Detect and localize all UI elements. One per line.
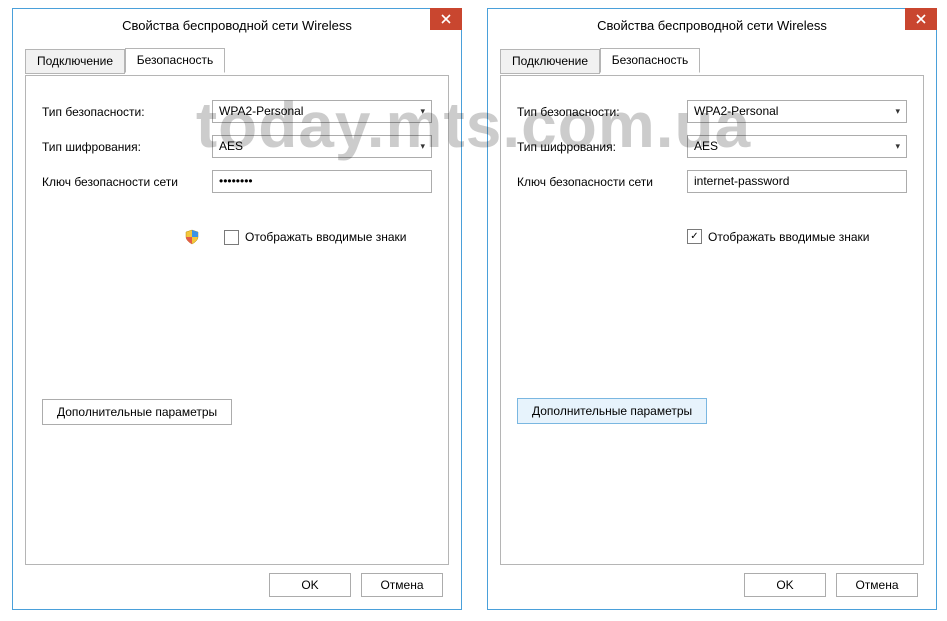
- tab-panel-security: Тип безопасности: WPA2-Personal ▾ Тип ши…: [500, 75, 924, 565]
- network-key-input[interactable]: ••••••••: [212, 170, 432, 193]
- network-key-label: Ключ безопасности сети: [517, 175, 687, 189]
- encryption-type-select[interactable]: AES ▾: [687, 135, 907, 158]
- security-type-value: WPA2-Personal: [694, 101, 895, 122]
- show-characters-label: Отображать вводимые знаки: [708, 230, 869, 244]
- tab-connection[interactable]: Подключение: [25, 49, 125, 74]
- encryption-type-value: AES: [219, 136, 420, 157]
- encryption-type-label: Тип шифрования:: [42, 140, 212, 154]
- close-icon: [916, 14, 926, 24]
- chevron-down-icon: ▾: [420, 136, 425, 157]
- security-type-select[interactable]: WPA2-Personal ▾: [212, 100, 432, 123]
- close-button[interactable]: [905, 8, 937, 30]
- uac-shield-icon: [184, 229, 200, 245]
- close-button[interactable]: [430, 8, 462, 30]
- cancel-button[interactable]: Отмена: [361, 573, 443, 597]
- security-type-select[interactable]: WPA2-Personal ▾: [687, 100, 907, 123]
- tab-connection[interactable]: Подключение: [500, 49, 600, 74]
- window-title: Свойства беспроводной сети Wireless: [488, 16, 936, 33]
- tab-security[interactable]: Безопасность: [125, 48, 225, 73]
- ok-button[interactable]: OK: [744, 573, 826, 597]
- show-characters-label: Отображать вводимые знаки: [245, 230, 406, 244]
- show-characters-checkbox[interactable]: [687, 229, 702, 244]
- security-type-label: Тип безопасности:: [517, 105, 687, 119]
- security-type-label: Тип безопасности:: [42, 105, 212, 119]
- wireless-properties-window: Свойства беспроводной сети Wireless Подк…: [12, 8, 462, 610]
- advanced-settings-button[interactable]: Дополнительные параметры: [42, 399, 232, 425]
- wireless-properties-window: Свойства беспроводной сети Wireless Подк…: [487, 8, 937, 610]
- tab-panel-security: Тип безопасности: WPA2-Personal ▾ Тип ши…: [25, 75, 449, 565]
- window-title: Свойства беспроводной сети Wireless: [13, 16, 461, 33]
- chevron-down-icon: ▾: [420, 101, 425, 122]
- advanced-settings-button[interactable]: Дополнительные параметры: [517, 398, 707, 424]
- chevron-down-icon: ▾: [895, 136, 900, 157]
- security-type-value: WPA2-Personal: [219, 101, 420, 122]
- cancel-button[interactable]: Отмена: [836, 573, 918, 597]
- encryption-type-value: AES: [694, 136, 895, 157]
- ok-button[interactable]: OK: [269, 573, 351, 597]
- chevron-down-icon: ▾: [895, 101, 900, 122]
- close-icon: [441, 14, 451, 24]
- encryption-type-label: Тип шифрования:: [517, 140, 687, 154]
- title-bar: Свойства беспроводной сети Wireless: [488, 9, 936, 39]
- network-key-label: Ключ безопасности сети: [42, 175, 212, 189]
- show-characters-checkbox[interactable]: [224, 230, 239, 245]
- tab-security[interactable]: Безопасность: [600, 48, 700, 73]
- title-bar: Свойства беспроводной сети Wireless: [13, 9, 461, 39]
- network-key-input[interactable]: internet-password: [687, 170, 907, 193]
- encryption-type-select[interactable]: AES ▾: [212, 135, 432, 158]
